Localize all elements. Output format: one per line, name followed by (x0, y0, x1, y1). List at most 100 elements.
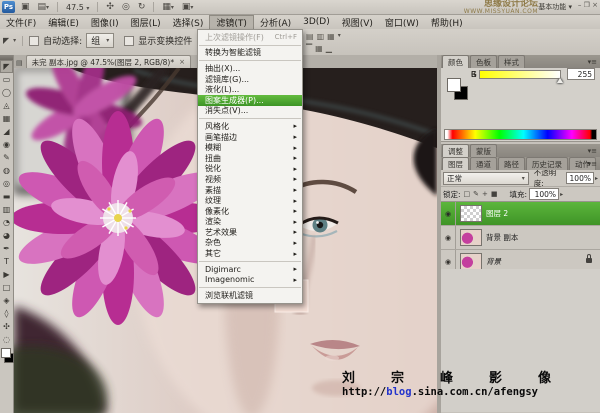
zoom-level-control[interactable]: 47.5 ▾ (64, 3, 91, 12)
tool-button[interactable]: ✎ (0, 151, 13, 164)
filter-menu-item[interactable]: 液化(L)... (198, 84, 302, 95)
tool-button[interactable]: ◊ (0, 307, 13, 320)
filter-menu-item[interactable]: Digimarc ▸ (198, 264, 302, 275)
align-buttons[interactable]: ▤▥▦▾ (306, 32, 341, 41)
color-spectrum-ramp[interactable] (444, 129, 597, 140)
arrange-documents-icon[interactable]: ▦▾ (160, 2, 176, 13)
menu-item[interactable]: 文件(F) (0, 15, 42, 29)
filter-menu-item[interactable]: 杂色 ▸ (198, 238, 302, 249)
panel-tab[interactable]: 通道 (470, 157, 497, 170)
panel-menu-icon[interactable]: ▾≡ (588, 147, 597, 155)
tool-button[interactable]: T (0, 255, 13, 268)
panel-menu-icon[interactable]: ▾≡ (588, 160, 597, 168)
close-tab-icon[interactable]: × (179, 58, 185, 66)
menu-item[interactable]: 帮助(H) (425, 15, 469, 29)
zoom-tool-icon[interactable]: ◎ (120, 2, 132, 12)
filter-menu-item[interactable]: 其它 ▸ (198, 248, 302, 259)
panel-menu-icon[interactable]: ▾≡ (588, 58, 597, 66)
layer-thumbnail[interactable] (460, 229, 482, 246)
blend-mode-dropdown[interactable]: 正常▾ (443, 172, 529, 185)
color-slider-track[interactable] (479, 70, 561, 79)
tool-button[interactable]: ▦ (0, 112, 13, 125)
tool-preset-caret[interactable]: ▾ (13, 37, 16, 44)
filter-menu-item[interactable] (199, 118, 301, 119)
layer-name[interactable]: 背景 (486, 256, 501, 267)
filter-menu-item[interactable]: 素描 ▸ (198, 185, 302, 196)
tool-button[interactable]: ◕ (0, 229, 13, 242)
menu-item[interactable]: 视图(V) (336, 15, 379, 29)
filter-menu-item[interactable]: 像素化 ▸ (198, 206, 302, 217)
layer-name[interactable]: 图层 2 (486, 208, 508, 219)
tool-button[interactable]: ◔ (0, 216, 13, 229)
filter-menu-item[interactable] (199, 45, 301, 46)
filter-menu-item[interactable]: 抽出(X)... (198, 63, 302, 74)
rotate-view-icon[interactable]: ↻ (136, 2, 148, 12)
tool-button[interactable]: □ (0, 281, 13, 294)
visibility-eye-icon[interactable]: ◉ (441, 202, 456, 225)
filter-menu-item[interactable]: 画笔描边 ▸ (198, 132, 302, 143)
panel-tab[interactable]: 颜色 (442, 55, 469, 68)
tool-button[interactable]: ▭ (0, 73, 13, 86)
auto-select-dropdown[interactable]: 组▾ (86, 33, 114, 48)
filter-menu-item[interactable]: 视频 ▸ (198, 174, 302, 185)
document-tab[interactable]: 未完 副本.jpg @ 47.5%(图层 2, RGB/8)* × (26, 55, 191, 68)
filter-menu-item[interactable]: 转换为智能滤镜 (198, 48, 302, 59)
bridge-icon[interactable]: ▣ (19, 2, 32, 12)
panel-foreground-swatch[interactable] (447, 78, 461, 92)
filter-menu-item[interactable]: 扭曲 ▸ (198, 153, 302, 164)
menu-item[interactable]: 图像(I) (85, 15, 125, 29)
filter-menu-item[interactable] (199, 287, 301, 288)
opacity-spinner-icon[interactable]: ▸ (595, 175, 598, 182)
tab-list-icon[interactable]: ▤ (14, 59, 26, 68)
filter-menu-item[interactable] (199, 60, 301, 61)
menu-item[interactable]: 图层(L) (125, 15, 167, 29)
filter-menu-item[interactable]: 滤镜库(G)... (198, 74, 302, 85)
filter-menu-item[interactable]: 图案生成器(P)... (198, 95, 302, 106)
filter-menu-item[interactable]: 模糊 ▸ (198, 142, 302, 153)
layer-row[interactable]: ◉ 图层 2 (441, 202, 600, 226)
tool-button[interactable]: ✣ (0, 320, 13, 333)
panel-tab[interactable]: 历史记录 (526, 157, 568, 170)
tool-button[interactable]: ◯ (0, 86, 13, 99)
tool-button[interactable]: ◌ (0, 333, 13, 346)
menu-item[interactable]: 选择(S) (167, 15, 210, 29)
tool-button[interactable]: ◢ (0, 125, 13, 138)
panel-tab[interactable]: 蒙版 (470, 144, 497, 157)
filter-menu-item[interactable]: 浏览联机滤镜 (198, 290, 302, 301)
menu-item[interactable]: 编辑(E) (42, 15, 85, 29)
tool-button[interactable]: ◎ (0, 177, 13, 190)
auto-select-checkbox[interactable] (29, 36, 39, 46)
menu-item[interactable]: 3D(D) (297, 15, 336, 29)
layer-thumbnail[interactable] (460, 205, 482, 222)
tool-button[interactable]: ◈ (0, 294, 13, 307)
filter-menu-item[interactable]: 消失点(V)... (198, 106, 302, 117)
channel-value-field[interactable]: 255 (567, 68, 595, 80)
filter-menu-item[interactable]: 锐化 ▸ (198, 164, 302, 175)
panel-tab[interactable]: 图层 (442, 157, 469, 170)
foreground-color-swatch[interactable] (1, 348, 11, 358)
filter-menu-item[interactable]: 艺术效果 ▸ (198, 227, 302, 238)
window-controls[interactable]: – ❐ × (578, 1, 598, 9)
panel-tab[interactable]: 路径 (498, 157, 525, 170)
tool-button[interactable]: ◤ (0, 60, 13, 73)
tool-button[interactable]: ◍ (0, 164, 13, 177)
menu-item[interactable]: 滤镜(T) (209, 15, 254, 29)
panel-tab[interactable]: 色板 (470, 55, 497, 68)
tool-button[interactable]: ▶ (0, 268, 13, 281)
fill-spinner-icon[interactable]: ▸ (560, 191, 563, 198)
tool-button[interactable]: ◬ (0, 99, 13, 112)
distribute-buttons[interactable]: ▔▦▁ (306, 44, 332, 53)
filter-menu-item[interactable] (199, 261, 301, 262)
layer-name[interactable]: 背景 副本 (486, 232, 518, 243)
layer-row[interactable]: ◉ 背景 副本 (441, 226, 600, 250)
menu-item[interactable]: 窗口(W) (379, 15, 425, 29)
filter-menu-item[interactable]: 上次滤镜操作(F) Ctrl+F (198, 32, 302, 43)
slider-thumb-icon[interactable] (557, 78, 563, 83)
filter-menu-item[interactable]: 纹理 ▸ (198, 195, 302, 206)
lock-buttons[interactable]: □✎+■ (464, 190, 498, 198)
workspace-switcher[interactable]: 基本功能 ▾ (538, 2, 572, 12)
screen-mode-icon[interactable]: ▣▾ (180, 2, 196, 13)
tool-button[interactable]: ◉ (0, 138, 13, 151)
hand-tool-icon[interactable]: ✣ (104, 2, 116, 12)
layer-thumbnail[interactable] (460, 253, 482, 270)
